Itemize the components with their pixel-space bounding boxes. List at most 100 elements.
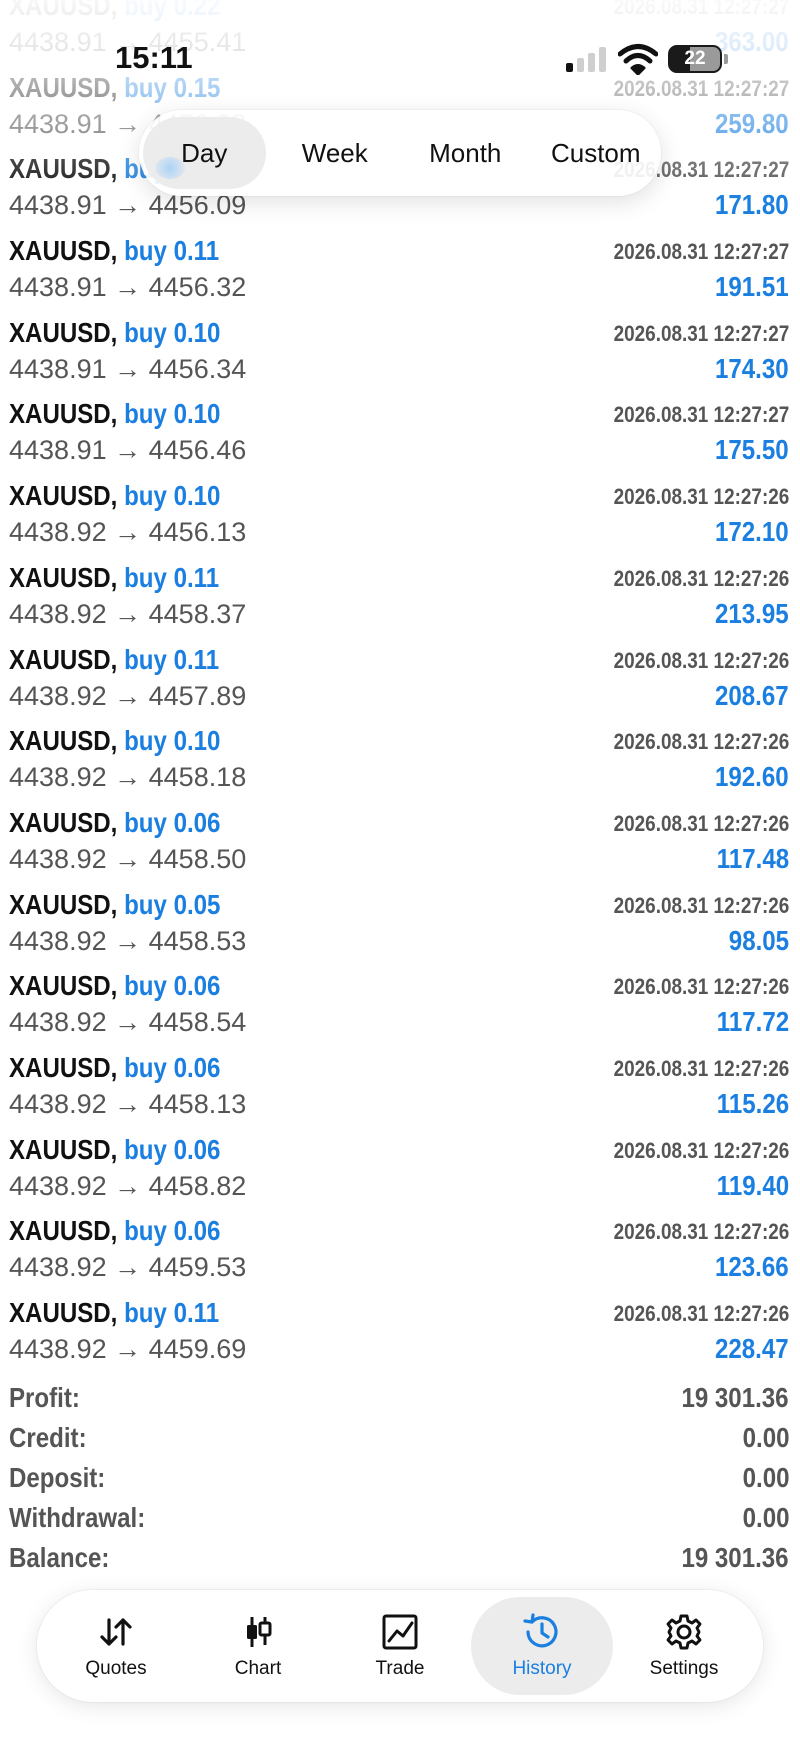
open-price: 4438.92 <box>9 680 107 711</box>
arrow-right-icon: → <box>114 925 142 956</box>
trade-row[interactable]: XAUUSD, buy 0.10 2026.08.31 12:27:27 4438.… <box>0 388 800 470</box>
trade-time: 2026.08.31 12:27:26 <box>613 565 789 591</box>
trade-symbol: XAUUSD, <box>9 888 118 920</box>
tab-label: Quotes <box>85 1658 147 1679</box>
trade-row[interactable]: XAUUSD, buy 0.06 2026.08.31 12:27:26 4438.… <box>0 1124 800 1206</box>
summary-row: Credit: 0.00 <box>0 1418 800 1458</box>
trade-symbol-side: XAUUSD, buy 0.06 <box>9 1134 220 1166</box>
tab-history[interactable]: History <box>471 1597 613 1695</box>
close-price: 4456.46 <box>148 435 247 466</box>
trade-symbol: XAUUSD, <box>9 806 118 838</box>
trade-time: 2026.08.31 12:27:26 <box>613 810 789 836</box>
trade-prices: 4438.92 → 4459.69 <box>9 1334 246 1365</box>
summary-row: Withdrawal: 0.00 <box>0 1498 800 1538</box>
trade-row[interactable]: XAUUSD, buy 0.05 2026.08.31 12:27:26 4438.… <box>0 879 800 961</box>
open-price: 4438.91 <box>9 190 107 221</box>
arrow-right-icon: → <box>114 190 142 221</box>
trade-prices: 4438.92 → 4458.13 <box>9 1089 246 1120</box>
arrow-right-icon: → <box>114 108 142 139</box>
trade-symbol: XAUUSD, <box>9 1133 118 1165</box>
trade-time: 2026.08.31 12:27:27 <box>613 239 789 265</box>
trade-symbol-side: XAUUSD, buy 0.11 <box>9 562 219 594</box>
close-price: 4456.34 <box>148 353 247 384</box>
period-selector: Day Week Month Custom <box>139 110 661 196</box>
trade-profit: 175.50 <box>715 434 789 466</box>
open-price: 4438.92 <box>9 1170 107 1201</box>
trade-row[interactable]: XAUUSD, buy 0.10 2026.08.31 12:27:26 4438.… <box>0 470 800 552</box>
battery-icon: 22 <box>668 45 728 73</box>
tab-quotes[interactable]: Quotes <box>45 1597 187 1695</box>
trade-time: 2026.08.31 12:27:27 <box>613 402 789 428</box>
open-price: 4438.91 <box>9 272 107 303</box>
period-tab-month[interactable]: Month <box>404 117 527 189</box>
quotes-arrows-icon <box>100 1618 132 1646</box>
close-price: 4458.82 <box>148 1170 247 1201</box>
open-price: 4438.92 <box>9 762 107 793</box>
trade-time: 2026.08.31 12:27:27 <box>613 320 789 346</box>
trade-profit: 228.47 <box>715 1333 789 1364</box>
tab-trade[interactable]: Trade <box>329 1597 471 1695</box>
trade-side-volume: buy 0.11 <box>124 561 220 593</box>
account-summary: Profit: 19 301.36 Credit: 0.00 Deposit: 0.00 W… <box>0 1378 800 1578</box>
trade-row[interactable]: XAUUSD, buy 0.11 2026.08.31 12:27:27 4438.… <box>0 225 800 307</box>
trade-row[interactable]: XAUUSD, buy 0.11 2026.08.31 12:27:26 4438.… <box>0 552 800 634</box>
tab-chart[interactable]: Chart <box>187 1597 329 1695</box>
arrow-right-icon: → <box>114 353 142 384</box>
trade-symbol: XAUUSD, <box>9 1215 118 1247</box>
trade-profit: 119.40 <box>716 1169 789 1201</box>
close-price: 4459.69 <box>148 1334 247 1364</box>
trade-row[interactable]: XAUUSD, buy 0.11 2026.08.31 12:27:26 4438.… <box>0 1287 800 1369</box>
period-tab-custom[interactable]: Custom <box>535 117 658 189</box>
trade-profit: 172.10 <box>715 516 789 548</box>
trade-profit: 117.72 <box>716 1006 789 1038</box>
trade-profit: 208.67 <box>715 679 789 711</box>
trade-symbol: XAUUSD, <box>9 153 118 185</box>
open-price: 4438.92 <box>9 925 107 956</box>
trade-symbol: XAUUSD, <box>9 316 118 348</box>
trade-symbol: XAUUSD, <box>9 561 118 593</box>
close-price: 4459.53 <box>148 1252 247 1283</box>
trade-profit: 123.66 <box>715 1251 789 1283</box>
arrow-right-icon: → <box>114 272 142 303</box>
open-price: 4438.91 <box>9 108 107 139</box>
trade-row[interactable]: XAUUSD, buy 0.06 2026.08.31 12:27:26 4438.… <box>0 1205 800 1287</box>
trade-prices: 4438.92 → 4458.54 <box>9 1007 246 1038</box>
trade-symbol-side: XAUUSD, buy 0.11 <box>9 644 219 676</box>
trade-row[interactable]: XAUUSD, buy 0.11 2026.08.31 12:27:26 4438.… <box>0 634 800 716</box>
summary-label: Credit: <box>9 1422 87 1453</box>
summary-value: 0.00 <box>742 1462 789 1493</box>
trade-chart-icon <box>382 1614 418 1650</box>
arrow-right-icon: → <box>114 843 142 874</box>
summary-value: 0.00 <box>742 1502 789 1533</box>
trade-row[interactable]: XAUUSD, buy 0.10 2026.08.31 12:27:27 4438.… <box>0 307 800 389</box>
trade-profit: 171.80 <box>715 189 789 221</box>
tab-label: Settings <box>649 1658 719 1679</box>
status-time: 15:11 <box>115 40 193 75</box>
trade-symbol: XAUUSD, <box>9 1051 118 1083</box>
trade-row[interactable]: XAUUSD, buy 0.10 2026.08.31 12:27:26 4438.… <box>0 715 800 797</box>
trade-row[interactable]: XAUUSD, buy 0.06 2026.08.31 12:27:26 4438.… <box>0 797 800 879</box>
tab-label: Chart <box>234 1658 282 1679</box>
trade-profit: 174.30 <box>715 352 789 384</box>
trade-profit: 259.80 <box>715 107 789 139</box>
trade-history-list[interactable]: XAUUSD, buy 0.22 2026.08.31 12:27:27 4438.… <box>0 0 800 1369</box>
close-price: 4457.89 <box>148 680 247 711</box>
trade-row[interactable]: XAUUSD, buy 0.06 2026.08.31 12:27:26 4438.… <box>0 960 800 1042</box>
close-price: 4458.13 <box>148 1088 247 1119</box>
trade-row[interactable]: XAUUSD, buy 0.06 2026.08.31 12:27:26 4438.… <box>0 1042 800 1124</box>
period-tab-day[interactable]: Day <box>143 117 266 189</box>
summary-label: Profit: <box>9 1382 80 1413</box>
trade-side-volume: buy 0.11 <box>124 235 220 267</box>
period-tab-week[interactable]: Week <box>274 117 397 189</box>
signal-icon <box>566 46 608 72</box>
trade-symbol-side: XAUUSD, buy 0.10 <box>9 398 220 430</box>
trade-time: 2026.08.31 12:27:26 <box>613 892 789 918</box>
arrow-right-icon: → <box>114 680 142 711</box>
trade-symbol-side: XAUUSD, buy 0.05 <box>9 889 220 921</box>
arrow-right-icon: → <box>114 1252 142 1283</box>
tab-settings[interactable]: Settings <box>613 1597 755 1695</box>
trade-symbol: XAUUSD, <box>9 1297 118 1328</box>
trade-side-volume: buy 0.10 <box>124 398 221 430</box>
trade-prices: 4438.91 → 4456.46 <box>9 435 246 466</box>
open-price: 4438.91 <box>9 435 107 466</box>
